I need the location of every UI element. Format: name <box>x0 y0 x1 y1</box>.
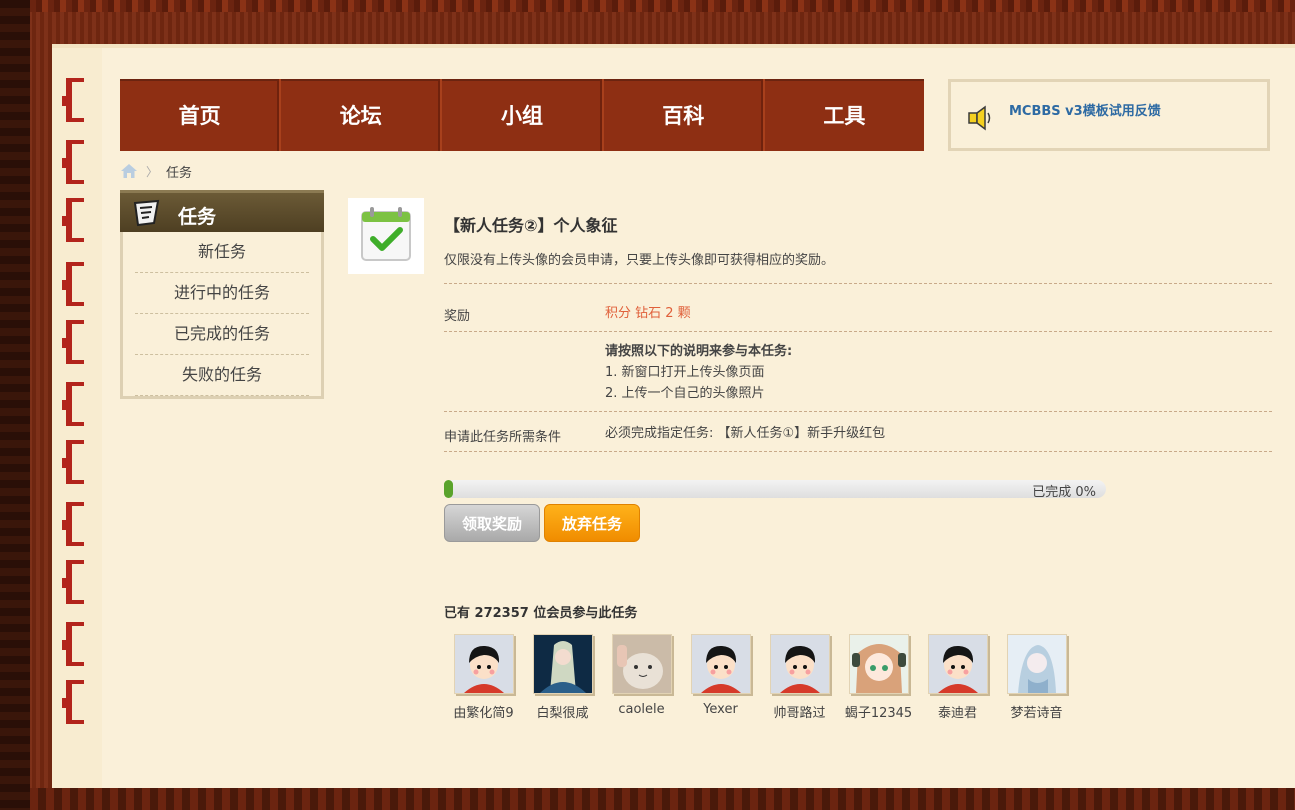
member-name[interactable]: 由繁化简9 <box>444 702 523 721</box>
frame-bottom-border <box>30 788 1295 810</box>
avatar[interactable] <box>927 634 988 694</box>
decorative-seal <box>62 622 84 666</box>
give-up-button[interactable]: 放弃任务 <box>544 504 640 542</box>
decorative-seal <box>62 262 84 306</box>
frame-top-border <box>0 0 1295 12</box>
member-item[interactable]: 由繁化简9 <box>444 634 523 721</box>
member-name[interactable]: caolele <box>602 702 681 717</box>
participants-title: 已有 272357 位会员参与此任务 <box>444 606 638 621</box>
main-nav: 首页 论坛 小组 百科 工具 <box>120 79 924 151</box>
home-icon[interactable] <box>120 163 138 179</box>
member-name[interactable]: 帅哥路过 <box>760 702 839 721</box>
member-item[interactable]: 泰迪君 <box>918 634 997 721</box>
progress-fill <box>444 480 453 498</box>
sidebar-list: 新任务 进行中的任务 已完成的任务 失败的任务 <box>135 232 309 396</box>
member-name[interactable]: 白梨很咸 <box>523 702 602 721</box>
decorative-seal <box>62 140 84 184</box>
nav-group[interactable]: 小组 <box>442 79 604 151</box>
task-badge-icon <box>133 199 160 227</box>
sidebar-item-doing[interactable]: 进行中的任务 <box>135 273 309 314</box>
announcement-link[interactable]: MCBBS v3模板试用反馈 <box>1009 100 1161 119</box>
member-item[interactable]: caolele <box>602 634 681 721</box>
nav-tools[interactable]: 工具 <box>765 79 924 151</box>
reward-label: 奖励 <box>444 309 471 324</box>
divider <box>444 283 1272 284</box>
decorative-seal <box>62 560 84 604</box>
avatar[interactable] <box>1006 634 1067 694</box>
member-name[interactable]: 泰迪君 <box>918 702 997 721</box>
nav-home[interactable]: 首页 <box>120 79 282 151</box>
decorative-seal <box>62 440 84 484</box>
speaker-icon <box>968 105 991 131</box>
divider <box>444 451 1272 452</box>
decorative-seal <box>62 78 84 122</box>
task-description: 仅限没有上传头像的会员申请，只要上传头像即可获得相应的奖励。 <box>444 253 835 268</box>
sidebar: 任务 新任务 进行中的任务 已完成的任务 失败的任务 <box>120 190 324 399</box>
decorative-seal <box>62 320 84 364</box>
member-item[interactable]: 蝎子12345 <box>839 634 918 721</box>
nav-forum[interactable]: 论坛 <box>281 79 443 151</box>
member-item[interactable]: 梦若诗音 <box>997 634 1076 721</box>
avatar[interactable] <box>690 634 751 694</box>
sidebar-header: 任务 <box>120 190 324 232</box>
avatar[interactable] <box>769 634 830 694</box>
nav-wiki[interactable]: 百科 <box>604 79 765 151</box>
announcement-box: MCBBS v3模板试用反馈 <box>948 79 1270 151</box>
divider <box>444 331 1272 332</box>
decorative-seal <box>62 680 84 724</box>
task-title: 【新人任务②】个人象征 <box>444 216 618 235</box>
condition-label: 申请此任务所需条件 <box>444 430 562 445</box>
participants-list: 由繁化简9 白梨很咸 caolele Yexer 帅哥路过 蝎子12345 泰迪君 梦若诗音 <box>444 634 1076 721</box>
avatar[interactable] <box>532 634 593 694</box>
sidebar-item-done[interactable]: 已完成的任务 <box>135 314 309 355</box>
member-name[interactable]: Yexer <box>681 702 760 717</box>
progress-text: 已完成 0% <box>1032 485 1096 500</box>
avatar[interactable] <box>848 634 909 694</box>
sidebar-item-new[interactable]: 新任务 <box>135 232 309 273</box>
frame-left-border <box>0 0 30 810</box>
decorative-seal <box>62 198 84 242</box>
claim-reward-button[interactable]: 领取奖励 <box>444 504 540 542</box>
condition-value: 必须完成指定任务: 【新人任务①】新手升级红包 <box>605 426 886 441</box>
instruction-step: 2. 上传一个自己的头像照片 <box>605 386 765 401</box>
chevron-right-icon: 〉 <box>146 164 159 179</box>
member-item[interactable]: 帅哥路过 <box>760 634 839 721</box>
instructions-heading: 请按照以下的说明来参与本任务: <box>605 344 793 359</box>
task-calendar-icon <box>348 198 424 274</box>
decorative-seal <box>62 502 84 546</box>
member-item[interactable]: 白梨很咸 <box>523 634 602 721</box>
member-name[interactable]: 蝎子12345 <box>839 702 918 721</box>
avatar[interactable] <box>453 634 514 694</box>
decorative-seal <box>62 382 84 426</box>
reward-value: 积分 钻石 2 颗 <box>605 306 691 321</box>
progress-bar: 已完成 0% <box>444 480 1106 500</box>
instruction-step[interactable]: 1. 新窗口打开上传头像页面 <box>605 362 792 383</box>
member-name[interactable]: 梦若诗音 <box>997 702 1076 721</box>
sidebar-title: 任务 <box>178 206 217 228</box>
member-item[interactable]: Yexer <box>681 634 760 721</box>
breadcrumb: 〉 任务 <box>120 160 192 182</box>
sidebar-item-failed[interactable]: 失败的任务 <box>135 355 309 396</box>
task-instructions: 请按照以下的说明来参与本任务: 1. 新窗口打开上传头像页面 2. 上传一个自己… <box>605 341 792 404</box>
divider <box>444 411 1272 412</box>
avatar[interactable] <box>611 634 672 694</box>
breadcrumb-current[interactable]: 任务 <box>166 162 192 181</box>
